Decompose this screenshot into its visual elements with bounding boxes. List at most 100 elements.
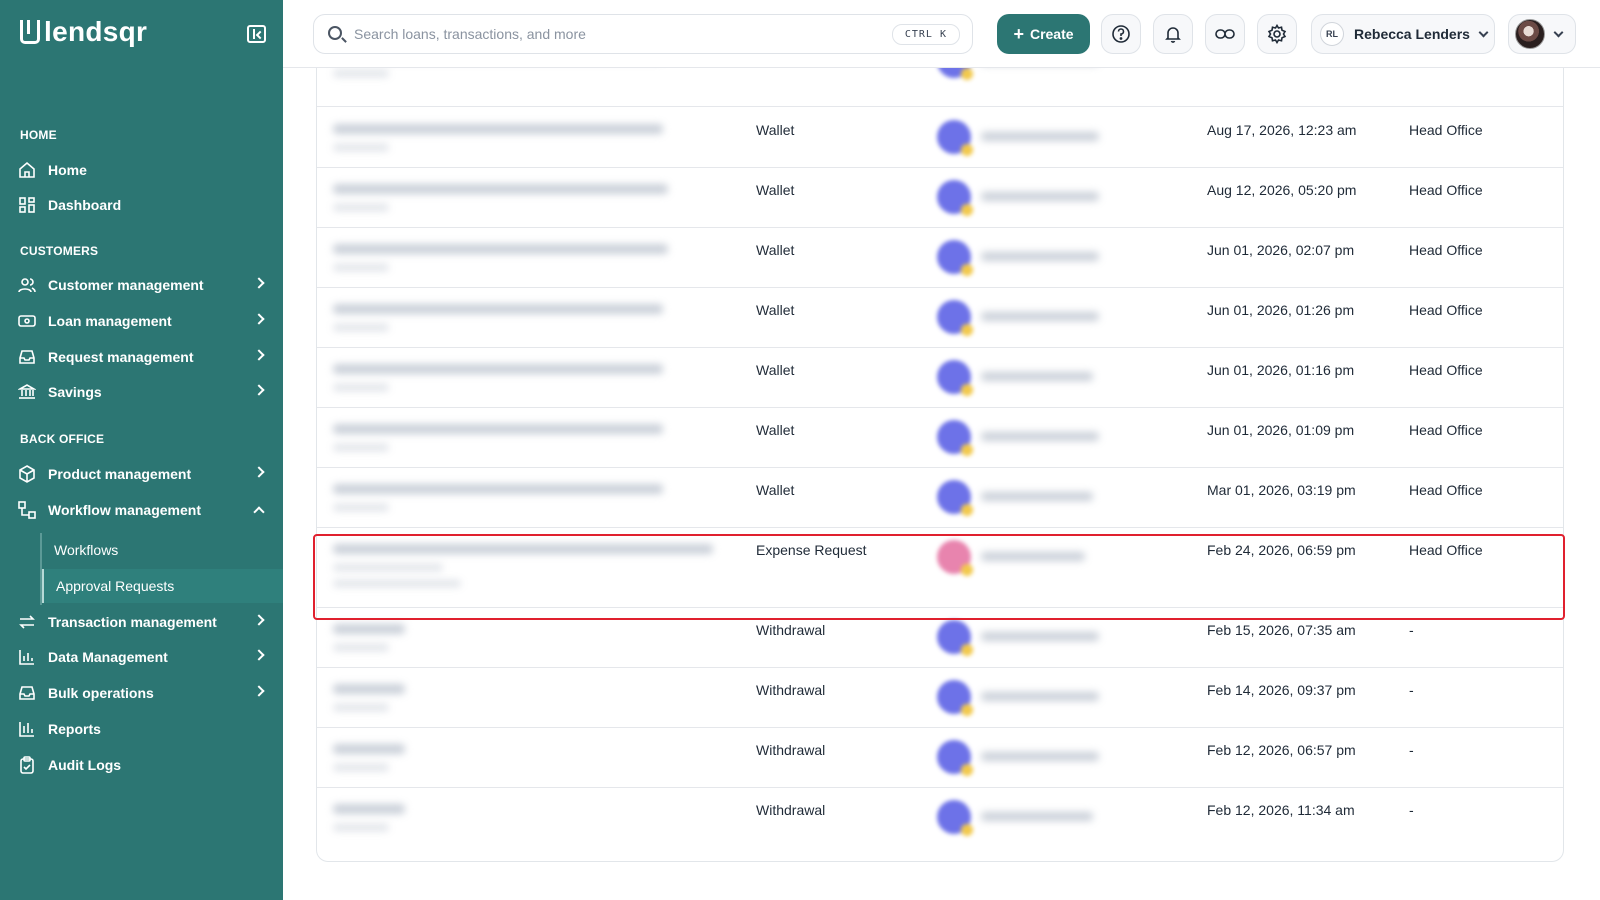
redacted-initiator-name [981, 632, 1099, 641]
profile-menu-button[interactable] [1508, 14, 1576, 54]
sidebar-item-workflow-management[interactable]: Workflow management [0, 493, 283, 527]
gear-icon [1267, 24, 1287, 44]
avatar [1515, 19, 1545, 49]
initiator-avatar [937, 620, 973, 656]
sidebar-item-reports[interactable]: Reports [0, 712, 283, 746]
redacted-description [333, 804, 405, 814]
chevron-right-icon [253, 384, 265, 396]
sidebar-item-label: Reports [48, 721, 101, 737]
chevron-right-icon [253, 277, 265, 289]
redacted-initiator-name [981, 132, 1099, 141]
sidebar-item-label: Request management [48, 349, 194, 365]
help-button[interactable] [1101, 14, 1141, 54]
branch-office: Head Office [1409, 362, 1483, 378]
plus-icon: + [1013, 24, 1024, 44]
request-type: Withdrawal [756, 622, 826, 638]
redacted-initiator-name [981, 192, 1099, 201]
table-row[interactable]: Wallet Jun 01, 2026, 01:09 pm Head Office [317, 408, 1563, 468]
sidebar-item-product-management[interactable]: Product management [0, 457, 283, 491]
request-type: Expense Request [756, 542, 867, 558]
redacted-description [333, 744, 405, 754]
search-icon [328, 26, 342, 40]
sidebar-item-data-management[interactable]: Data Management [0, 640, 283, 674]
loan-icon [18, 312, 36, 330]
table-row[interactable]: Withdrawal Feb 14, 2026, 09:37 pm - [317, 668, 1563, 728]
redacted-subtext [333, 444, 389, 451]
section-label-back-office: BACK OFFICE [20, 432, 105, 446]
lendsqr-logo[interactable]: lendsqr [20, 18, 147, 46]
initiator-avatar [937, 420, 973, 456]
table-row[interactable]: Wallet Jun 01, 2026, 02:07 pm Head Office [317, 228, 1563, 288]
branch-office: Head Office [1409, 182, 1483, 198]
table-row[interactable]: Wallet Aug 12, 2026, 05:20 pm Head Office [317, 168, 1563, 228]
table-row[interactable]: Withdrawal Feb 12, 2026, 11:34 am - [317, 788, 1563, 848]
sidebar-subitem-workflows[interactable]: Workflows [42, 533, 283, 567]
sidebar-item-home[interactable]: Home [0, 153, 283, 187]
help-icon [1112, 25, 1130, 43]
redacted-initiator-name [981, 812, 1093, 821]
initiator-avatar [937, 300, 973, 336]
search-input[interactable]: Search loans, transactions, and more CTR… [313, 14, 973, 54]
sidebar-item-customer-management[interactable]: Customer management [0, 268, 283, 302]
branch-office: Head Office [1409, 482, 1483, 498]
redacted-initiator-name [981, 492, 1093, 501]
top-bar: Search loans, transactions, and more CTR… [283, 0, 1600, 68]
redacted-subtext [333, 384, 389, 391]
table-row[interactable]: Wallet Mar 01, 2026, 03:19 pm Head Office [317, 468, 1563, 528]
table-row[interactable]: Expense Request Feb 24, 2026, 06:59 pm Hea… [317, 528, 1563, 608]
sidebar-item-request-management[interactable]: Request management [0, 340, 283, 374]
user-menu-button[interactable]: RL Rebecca Lenders [1311, 14, 1495, 54]
redacted-subtext [333, 204, 389, 211]
redacted-description [333, 684, 405, 694]
settings-button[interactable] [1257, 14, 1297, 54]
sidebar-subitem-approval-requests[interactable]: Approval Requests [42, 569, 283, 603]
branch-office: Head Office [1409, 122, 1483, 138]
sidebar: lendsqr HOME Home Dashboard CUSTOMERS Cu… [0, 0, 283, 900]
request-date: Jun 01, 2026, 01:09 pm [1207, 422, 1355, 438]
sidebar-item-transaction-management[interactable]: Transaction management [0, 605, 283, 639]
request-date: Jun 01, 2026, 01:16 pm [1207, 362, 1355, 378]
sidebar-item-label: Product management [48, 466, 192, 482]
collapse-sidebar-icon[interactable] [247, 25, 266, 43]
chevron-right-icon [253, 685, 265, 697]
reports-icon [18, 720, 36, 738]
request-type: Wallet [756, 362, 795, 378]
branch-office: Head Office [1409, 242, 1483, 258]
table-row[interactable]: Wallet Jun 01, 2026, 01:26 pm Head Office [317, 288, 1563, 348]
clipboard-icon [18, 756, 36, 774]
sidebar-item-label: Customer management [48, 277, 204, 293]
sidebar-item-audit-logs[interactable]: Audit Logs [0, 748, 283, 782]
notifications-button[interactable] [1153, 14, 1193, 54]
link-button[interactable] [1205, 14, 1245, 54]
initiator-avatar [937, 540, 973, 576]
request-date: Mar 01, 2026, 03:19 pm [1207, 482, 1356, 498]
create-button[interactable]: + Create [997, 14, 1090, 54]
redacted-subtext [333, 324, 389, 331]
redacted-description [333, 124, 663, 134]
user-initials: RL [1320, 22, 1344, 46]
branch-office: Head Office [1409, 422, 1483, 438]
link-icon [1215, 29, 1235, 39]
sidebar-item-savings[interactable]: Savings [0, 375, 283, 409]
table-row[interactable]: Wallet Aug 17, 2026, 12:23 am Head Office [317, 108, 1563, 168]
sidebar-item-loan-management[interactable]: Loan management [0, 304, 283, 338]
sidebar-item-bulk-operations[interactable]: Bulk operations [0, 676, 283, 710]
redacted-description [333, 424, 663, 434]
branch-office: Head Office [1409, 542, 1483, 558]
sidebar-item-label: Bulk operations [48, 685, 154, 701]
redacted-initiator-name [981, 372, 1093, 381]
transfer-icon [18, 613, 36, 631]
search-placeholder: Search loans, transactions, and more [354, 26, 586, 42]
sidebar-item-label: Home [48, 162, 87, 178]
table-row[interactable]: Wallet Jun 01, 2026, 01:16 pm Head Office [317, 348, 1563, 408]
approval-requests-table: WalletAug 17, 2026, 12:25 amHead OfficeW… [316, 48, 1564, 862]
branch-office: - [1409, 742, 1414, 758]
table-row[interactable]: Withdrawal Feb 12, 2026, 06:57 pm - [317, 728, 1563, 788]
chevron-up-icon [253, 506, 265, 518]
box-icon [18, 465, 36, 483]
redacted-initiator-name [981, 312, 1099, 321]
table-row[interactable]: Withdrawal Feb 15, 2026, 07:35 am - [317, 608, 1563, 668]
sidebar-item-dashboard[interactable]: Dashboard [0, 188, 283, 222]
bank-icon [18, 383, 36, 401]
request-date: Jun 01, 2026, 01:26 pm [1207, 302, 1355, 318]
